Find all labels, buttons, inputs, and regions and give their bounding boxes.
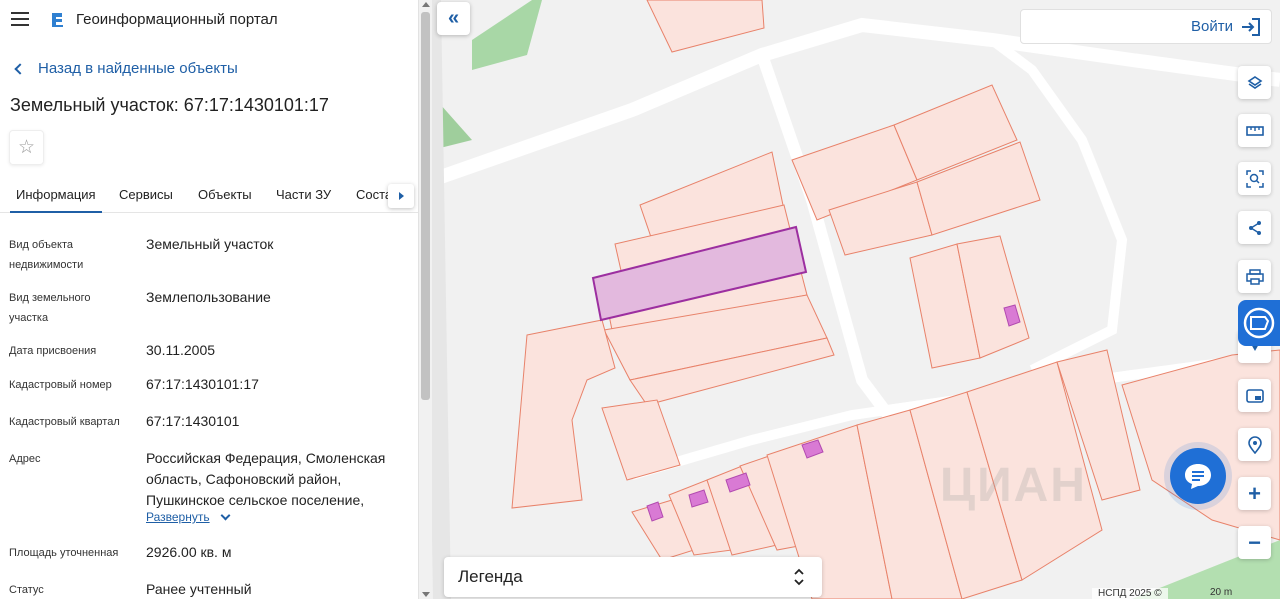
prop-value-object-type: Земельный участок <box>146 236 274 252</box>
tab-composition[interactable]: Соста <box>356 187 392 202</box>
ruler-button[interactable] <box>1238 114 1271 147</box>
side-widget-tab[interactable] <box>1238 300 1280 346</box>
map-canvas[interactable]: ЦИАН <box>432 0 1280 599</box>
tab-objects[interactable]: Объекты <box>198 187 252 202</box>
prop-label-status: Статус <box>9 584 44 596</box>
scroll-thumb[interactable] <box>421 12 430 400</box>
print-button[interactable] <box>1238 260 1271 293</box>
prop-value-cadastral-quarter: 67:17:1430101 <box>146 413 240 429</box>
prop-label-object-type: Вид объекта недвижимости <box>9 239 84 271</box>
layers-button[interactable] <box>1238 66 1271 99</box>
minus-icon: − <box>1248 529 1261 555</box>
prop-label-address: Адрес <box>9 453 41 465</box>
panel-scrollbar[interactable] <box>418 0 432 599</box>
portal-logo-icon <box>52 13 63 27</box>
caret-right-icon <box>398 192 404 200</box>
star-icon: ☆ <box>17 137 36 158</box>
map-watermark: ЦИАН <box>940 459 1087 512</box>
tabs-scroll-right-button[interactable] <box>388 184 414 208</box>
tab-parts[interactable]: Части ЗУ <box>276 187 331 202</box>
login-icon <box>1242 17 1260 36</box>
prop-label-date: Дата присвоения <box>9 345 97 357</box>
collapse-panel-button[interactable]: « <box>437 2 470 35</box>
prop-value-status: Ранее учтенный <box>146 581 252 597</box>
search-area-icon <box>1245 169 1264 188</box>
prop-value-cadastral-number: 67:17:1430101:17 <box>146 376 259 392</box>
print-icon <box>1245 268 1264 285</box>
tab-services[interactable]: Сервисы <box>119 187 173 202</box>
login-button[interactable]: Войти <box>1020 9 1272 44</box>
prop-label-cadastral-number: Кадастровый номер <box>9 379 112 391</box>
object-title: Земельный участок: 67:17:1430101:17 <box>10 95 329 115</box>
layers-icon <box>1247 75 1262 89</box>
plus-icon: + <box>1248 480 1261 506</box>
chat-button[interactable] <box>1170 448 1226 504</box>
legend-label: Легенда <box>458 567 523 586</box>
info-panel: Геоинформационный портал Назад в найденн… <box>0 0 418 599</box>
map-attribution: НСПД 2025 © <box>1092 588 1168 599</box>
tab-info[interactable]: Информация <box>10 187 102 213</box>
share-button[interactable] <box>1238 211 1271 244</box>
zoom-in-button[interactable]: + <box>1238 477 1271 510</box>
double-chevron-left-icon: « <box>447 7 460 29</box>
prop-value-area: 2926.00 кв. м <box>146 544 232 560</box>
zoom-out-button[interactable]: − <box>1238 526 1271 559</box>
prop-value-land-type: Землепользование <box>146 289 271 305</box>
minimap-icon <box>1245 388 1264 403</box>
prop-value-date: 30.11.2005 <box>146 342 216 358</box>
prop-label-cadastral-quarter: Кадастровый квартал <box>9 416 120 428</box>
login-label: Войти <box>1191 18 1233 35</box>
chevron-left-icon <box>14 62 26 75</box>
app-title: Геоинформационный портал <box>76 11 278 28</box>
tab-bar: Информация Сервисы Объекты Части ЗУ Сост… <box>0 178 418 213</box>
back-link[interactable]: Назад в найденные объекты <box>12 60 238 77</box>
map-scale: 20 m <box>1210 587 1233 598</box>
expand-address-link[interactable]: Развернуть <box>146 510 231 524</box>
scroll-up-arrow-icon[interactable] <box>422 2 430 7</box>
road <box>432 0 451 599</box>
back-link-label: Назад в найденные объекты <box>38 60 238 77</box>
share-icon <box>1248 220 1261 235</box>
scroll-down-arrow-icon[interactable] <box>422 592 430 597</box>
prop-label-land-type: Вид земельного участка <box>9 292 91 324</box>
map-view-icon <box>1243 307 1275 339</box>
prop-label-area: Площадь уточненная <box>9 547 119 559</box>
search-area-button[interactable] <box>1238 162 1271 195</box>
ruler-icon <box>1245 125 1264 136</box>
chat-bubble-icon <box>1185 464 1211 489</box>
chevron-down-icon <box>220 510 231 520</box>
favorite-button[interactable]: ☆ <box>9 130 44 165</box>
geolocation-button[interactable] <box>1238 428 1271 461</box>
legend-panel[interactable]: Легенда <box>444 557 822 597</box>
expand-label: Развернуть <box>146 510 210 524</box>
menu-icon[interactable] <box>11 12 29 26</box>
prop-value-address: Российская Федерация, Смоленская область… <box>146 450 386 508</box>
expand-collapse-icon[interactable] <box>794 567 804 587</box>
geolocation-icon <box>1247 435 1262 454</box>
app-header: Геоинформационный портал <box>0 0 418 40</box>
minimap-button[interactable] <box>1238 379 1271 412</box>
cadastral-map[interactable] <box>432 0 1280 599</box>
